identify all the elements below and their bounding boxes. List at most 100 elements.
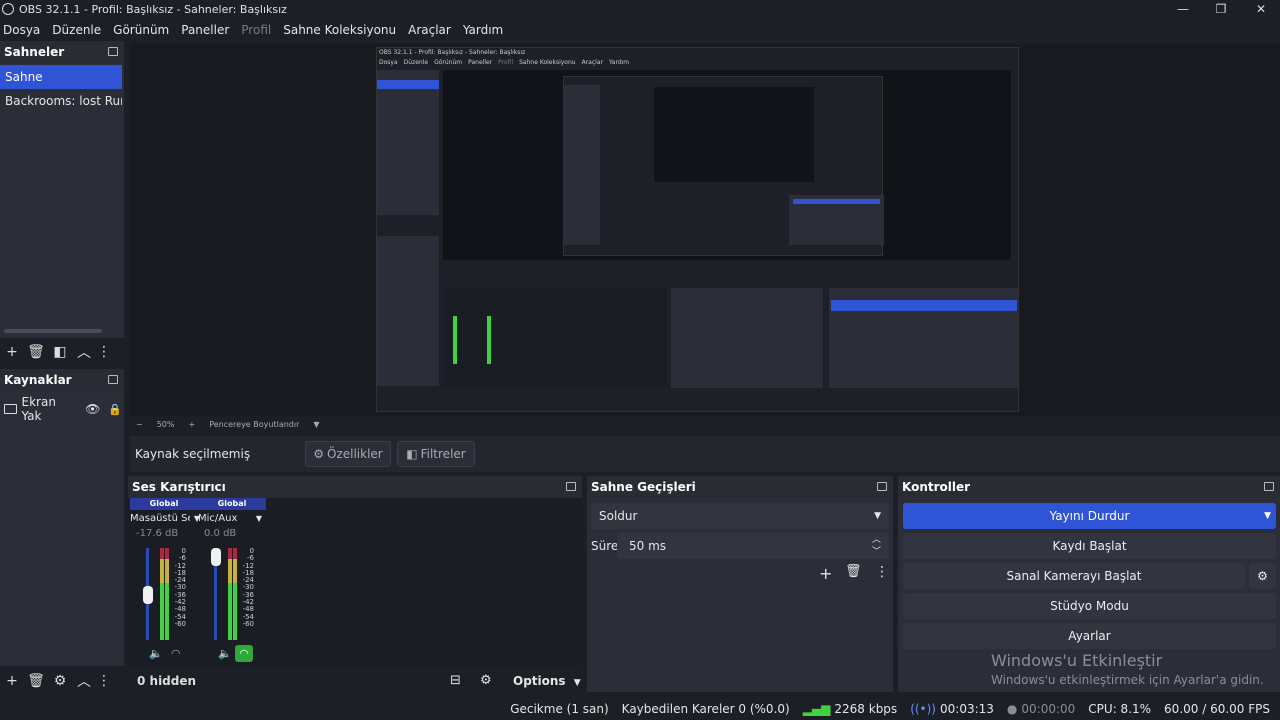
- nested-scenes-panel: [377, 70, 439, 215]
- chevron-down-icon[interactable]: ▼: [1264, 511, 1271, 521]
- nested-menu-item: Paneller: [468, 59, 493, 66]
- context-bar: Kaynak seçilmemiş ⚙ Özellikler ◧ Filtrel…: [130, 436, 1280, 472]
- nested-meter: [453, 316, 457, 364]
- zoom-in-button[interactable]: +: [188, 420, 195, 429]
- channel-name-dropdown[interactable]: Mic/Aux ▼: [198, 513, 266, 524]
- level-meter: [228, 548, 232, 640]
- move-up-button[interactable]: ︿: [72, 341, 96, 363]
- menu-scene-collection[interactable]: Sahne Koleksiyonu: [283, 23, 396, 37]
- restore-icon[interactable]: ❐: [1202, 0, 1240, 18]
- add-transition-button[interactable]: +: [819, 564, 832, 583]
- menu-docks[interactable]: Paneller: [181, 23, 229, 37]
- audio-mixer: Global Masaüstü Ses ▼ -17.6 dB 0-6-12-18…: [128, 498, 582, 668]
- undock-icon[interactable]: [108, 47, 118, 56]
- stream-time-value: 00:03:13: [940, 702, 994, 716]
- button-label: Kaydı Başlat: [1052, 539, 1127, 553]
- stop-streaming-button[interactable]: Yayını Durdur ▼: [903, 503, 1276, 529]
- transition-select[interactable]: Soldur ▼: [591, 503, 889, 529]
- menu-profile[interactable]: Profil: [241, 23, 271, 37]
- menu-edit[interactable]: Düzenle: [52, 23, 101, 37]
- volume-fader-handle[interactable]: [211, 548, 221, 566]
- studio-mode-button[interactable]: Stüdyo Modu: [903, 593, 1276, 619]
- headphones-monitor-icon[interactable]: ◠: [171, 647, 181, 660]
- chevron-down-icon[interactable]: ▼: [313, 420, 319, 429]
- level-meter: [233, 548, 237, 640]
- broadcast-icon: ((•)): [910, 702, 936, 716]
- channel-name: Mic/Aux: [198, 513, 238, 524]
- scene-item[interactable]: Backrooms: lost Runne: [0, 89, 122, 113]
- properties-button[interactable]: ⚙ Özellikler: [305, 441, 391, 467]
- nested-menu-item: Dosya: [379, 59, 398, 66]
- nested-menu-item: Görünüm: [434, 59, 463, 66]
- undock-icon[interactable]: [108, 375, 118, 384]
- headphones-monitor-icon[interactable]: ◠: [235, 645, 253, 662]
- menu-view[interactable]: Görünüm: [113, 23, 169, 37]
- close-icon[interactable]: ✕: [1242, 0, 1280, 18]
- dropped-frames: Kaybedilen Kareler 0 (%0.0): [621, 702, 790, 716]
- undock-icon[interactable]: [566, 482, 576, 491]
- undock-icon[interactable]: [877, 482, 887, 491]
- nested-mixer: [443, 288, 667, 388]
- level-meter: [160, 548, 164, 640]
- chevron-down-icon: ▼: [874, 511, 881, 521]
- nested-menu-item: Sahne Koleksiyonu: [519, 59, 576, 66]
- nested-menu-item: Yardım: [608, 59, 630, 66]
- filters-button[interactable]: ◧ Filtreler: [397, 441, 475, 467]
- fit-to-window-dropdown[interactable]: Pencereye Boyutlandır: [209, 420, 299, 429]
- spin-arrows-icon[interactable]: ︿ ﹀: [872, 534, 881, 558]
- source-item[interactable]: Ekran Yak 👁 🔒: [4, 395, 122, 423]
- nested-preview: [443, 70, 1011, 260]
- options-dropdown[interactable]: Options ▼: [513, 674, 581, 688]
- nested-transitions: [671, 288, 823, 388]
- speaker-icon[interactable]: 🔈: [218, 647, 232, 660]
- nested-button: [831, 300, 1017, 311]
- start-recording-button[interactable]: Kaydı Başlat: [903, 533, 1276, 559]
- remove-scene-button[interactable]: 🗑: [24, 341, 48, 363]
- channel-name-dropdown[interactable]: Masaüstü Ses ▼: [130, 513, 204, 524]
- speaker-icon[interactable]: 🔈: [149, 647, 163, 660]
- menu-file[interactable]: Dosya: [3, 23, 40, 37]
- minimize-icon[interactable]: —: [1164, 0, 1202, 18]
- menu-tools[interactable]: Araçlar: [408, 23, 451, 37]
- scrollbar[interactable]: [4, 329, 102, 333]
- zoom-level: 50%: [156, 419, 175, 429]
- remove-transition-button[interactable]: 🗑: [845, 564, 862, 579]
- layout-toggle-icon[interactable]: ⊟: [450, 673, 461, 688]
- nested-title: OBS 32.1.1 - Profil: Başlıksız - Sahnele…: [379, 49, 526, 56]
- add-scene-button[interactable]: +: [0, 341, 24, 363]
- scene-filters-button[interactable]: ◧: [48, 341, 72, 363]
- start-virtual-camera-button[interactable]: Sanal Kamerayı Başlat: [903, 563, 1245, 589]
- signal-bars-icon: ▂▄▆: [802, 702, 831, 716]
- zoom-out-button[interactable]: −: [136, 420, 143, 429]
- menu-help[interactable]: Yardım: [463, 23, 503, 37]
- undock-icon[interactable]: [1264, 482, 1274, 491]
- transitions-panel: Soldur ▼ Süre 50 ms ︿ ﹀ + 🗑 ⋮: [587, 498, 893, 692]
- preview-zoom-bar: − 50% + Pencereye Boyutlandır ▼: [130, 416, 1280, 432]
- title-bar: OBS 32.1.1 - Profil: Başlıksız - Sahnele…: [0, 0, 1280, 18]
- sources-dock-title: Kaynaklar: [0, 369, 124, 391]
- mixer-channel-mic: Global Mic/Aux ▼ 0.0 dB: [198, 498, 266, 539]
- visibility-eye-icon[interactable]: 👁: [85, 402, 100, 416]
- cpu-usage: CPU: 8.1%: [1088, 702, 1152, 716]
- scale-tick: -60: [174, 619, 186, 628]
- lock-icon[interactable]: 🔒: [108, 403, 122, 416]
- controls-title: Kontroller: [902, 480, 971, 494]
- scenes-list: Sahne Backrooms: lost Runne: [0, 63, 124, 338]
- more-icon[interactable]: ⋮: [875, 564, 889, 580]
- button-label: Yayını Durdur: [1049, 509, 1130, 523]
- nested-menu-item: Düzenle: [403, 59, 429, 66]
- virtual-camera-settings-button[interactable]: ⚙: [1249, 563, 1276, 589]
- volume-fader-handle[interactable]: [143, 586, 153, 604]
- scenes-dock-title: Sahneler: [0, 41, 124, 63]
- nested-panel: [654, 87, 814, 182]
- more-icon[interactable]: ⋮: [96, 341, 112, 363]
- channel-db: -17.6 dB: [136, 528, 179, 539]
- scene-item[interactable]: Sahne: [0, 65, 122, 89]
- watermark-text: Windows'u etkinleştirmek için Ayarlar'a …: [991, 673, 1264, 687]
- mixer-settings-icon[interactable]: ⚙: [480, 673, 492, 688]
- duration-spinbox[interactable]: 50 ms ︿ ﹀: [617, 533, 889, 559]
- obs-logo-icon: [2, 3, 14, 15]
- mixer-title: Ses Karıştırıcı: [132, 480, 226, 494]
- no-source-label: Kaynak seçilmemiş: [135, 447, 251, 461]
- settings-button[interactable]: Ayarlar: [903, 623, 1276, 649]
